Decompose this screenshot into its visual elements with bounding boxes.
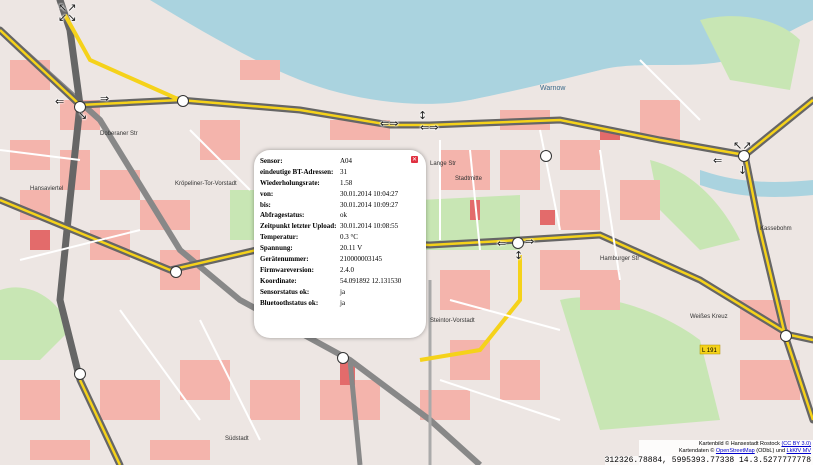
- direction-arrow-icon[interactable]: ⇐⇒: [420, 122, 438, 133]
- sensor-node[interactable]: [780, 330, 792, 342]
- direction-arrow-icon[interactable]: ⇐⇒: [380, 118, 398, 129]
- sensor-info-key: von:: [260, 189, 274, 198]
- sensor-info-value: 0.3 °C: [340, 233, 358, 242]
- sensor-info-row: von: 30.01.2014 10:04:27: [260, 190, 401, 201]
- sensor-info-key: Abfragestatus:: [260, 211, 305, 220]
- sensor-info-value: 31: [340, 167, 347, 176]
- lkkfv-link[interactable]: LkKfV MV: [787, 448, 811, 454]
- sensor-info-value: ja: [340, 298, 346, 307]
- sensor-info-key: Koordinate:: [260, 276, 297, 285]
- direction-arrow-icon[interactable]: ⇐: [497, 238, 506, 249]
- sensor-info-row: Spannung: 20.11 V: [260, 244, 401, 255]
- sensor-info-value: 30.01.2014 10:04:27: [340, 189, 399, 198]
- attribution-text: Kartenbild © Hansestadt Rostock: [698, 441, 780, 447]
- sensor-info-value: 54.091892 12.131530: [340, 276, 402, 285]
- direction-arrow-icon[interactable]: ⇐: [713, 155, 722, 166]
- sensor-info-row: Firmwareversion: 2.4.0: [260, 266, 401, 277]
- sensor-info-key: Sensor:: [260, 157, 283, 165]
- attribution-text: (ODbL) und: [756, 448, 786, 454]
- road-shield-label: L 191: [702, 348, 717, 354]
- sensor-info-row: Gerätenummer: 210000003145: [260, 255, 401, 266]
- sensor-info-row: Abfragestatus: ok: [260, 211, 401, 222]
- sensor-info-key: Zeitpunkt letzter Upload:: [260, 222, 337, 231]
- sensor-info-value: 30.01.2014 10:09:27: [340, 200, 399, 209]
- sensor-info-row: Temperatur: 0.3 °C: [260, 233, 401, 244]
- direction-arrow-icon[interactable]: ↙↘: [58, 12, 76, 23]
- sensor-node[interactable]: [337, 352, 349, 364]
- sensor-info-value: ok: [340, 211, 347, 220]
- sensor-info-value: 20.11 V: [340, 244, 363, 253]
- direction-arrow-icon[interactable]: ⇐: [55, 96, 64, 107]
- sensor-info-value: 30.01.2014 10:08:55: [340, 222, 399, 231]
- direction-arrow-icon[interactable]: ↓: [738, 165, 747, 176]
- sensor-info-row: Sensor: A04: [260, 157, 401, 168]
- sensor-info-popup: ✕ Sensor: A04 eindeutige BT-Adressen: 31 Wie…: [254, 150, 426, 338]
- sensor-info-row: Zeitpunkt letzter Upload: 30.01.2014 10:0…: [260, 222, 401, 233]
- direction-arrow-icon[interactable]: ⇒: [100, 93, 109, 104]
- water-label: Warnow: [540, 85, 566, 92]
- street-label: Weißes Kreuz: [690, 314, 728, 320]
- sensor-info-value: A04: [340, 157, 353, 165]
- osm-link[interactable]: OpenStreetMap: [716, 448, 755, 454]
- sensor-info-key: Wiederholungsrate:: [260, 178, 320, 187]
- sensor-info-key: Spannung:: [260, 244, 293, 253]
- sensor-node[interactable]: [177, 95, 189, 107]
- sensor-info-value: 210000003145: [340, 255, 382, 264]
- street-label: Lange Str: [430, 161, 456, 167]
- license-link[interactable]: (CC BY 3.0): [781, 441, 811, 447]
- direction-arrow-icon[interactable]: ↕: [514, 250, 523, 261]
- sensor-info-row: eindeutige BT-Adressen: 31: [260, 168, 401, 179]
- sensor-info-value: 2.4.0: [340, 265, 354, 274]
- sensor-info-row: Koordinate: 54.091892 12.131530: [260, 277, 401, 288]
- sensor-info-key: Gerätenummer:: [260, 255, 309, 264]
- sensor-info-key: Firmwareversion:: [260, 265, 314, 274]
- sensor-info-row: bis: 30.01.2014 10:09:27: [260, 201, 401, 212]
- sensor-info-key: Bluetoothstatus ok:: [260, 298, 319, 307]
- district-label: Südstadt: [225, 436, 249, 442]
- sensor-info-key: Sensorstatus ok:: [260, 287, 310, 296]
- sensor-info-key: bis:: [260, 200, 271, 209]
- sensor-info-row: Bluetoothstatus ok: ja: [260, 299, 401, 310]
- attribution-text: Kartendaten ©: [678, 448, 715, 454]
- sensor-info-key: Temperatur:: [260, 233, 299, 242]
- direction-arrow-icon[interactable]: ↕: [418, 110, 427, 121]
- district-label: Stadtmitte: [455, 176, 483, 182]
- street-label: Hamburger Str: [600, 256, 639, 262]
- sensor-info-value: 1.58: [340, 178, 353, 187]
- district-label: Steintor-Vorstadt: [430, 318, 475, 324]
- mouse-coordinates: 312326.78884, 5995393.77338 14.3.5277777…: [604, 456, 811, 465]
- sensor-info-table: Sensor: A04 eindeutige BT-Adressen: 31 Wiede…: [260, 157, 401, 309]
- close-icon[interactable]: ✕: [411, 156, 418, 163]
- direction-arrow-icon[interactable]: ↖↗: [733, 140, 751, 151]
- district-label: Hansaviertel: [30, 186, 63, 192]
- sensor-node[interactable]: [512, 237, 524, 249]
- district-label: Kassebohm: [760, 226, 792, 232]
- sensor-info-key: eindeutige BT-Adressen:: [260, 167, 334, 176]
- sensor-info-row: Wiederholungsrate: 1.58: [260, 179, 401, 190]
- street-label: Doberaner Str: [100, 131, 138, 137]
- district-label: Kröpeliner-Tor-Vorstadt: [175, 181, 237, 187]
- direction-arrow-icon[interactable]: ⇒: [525, 236, 534, 247]
- sensor-info-value: ja: [340, 287, 346, 296]
- sensor-node[interactable]: [74, 368, 86, 380]
- direction-arrow-icon[interactable]: ↘: [78, 110, 87, 121]
- sensor-node[interactable]: [170, 266, 182, 278]
- sensor-node[interactable]: [540, 150, 552, 162]
- sensor-info-row: Sensorstatus ok: ja: [260, 288, 401, 299]
